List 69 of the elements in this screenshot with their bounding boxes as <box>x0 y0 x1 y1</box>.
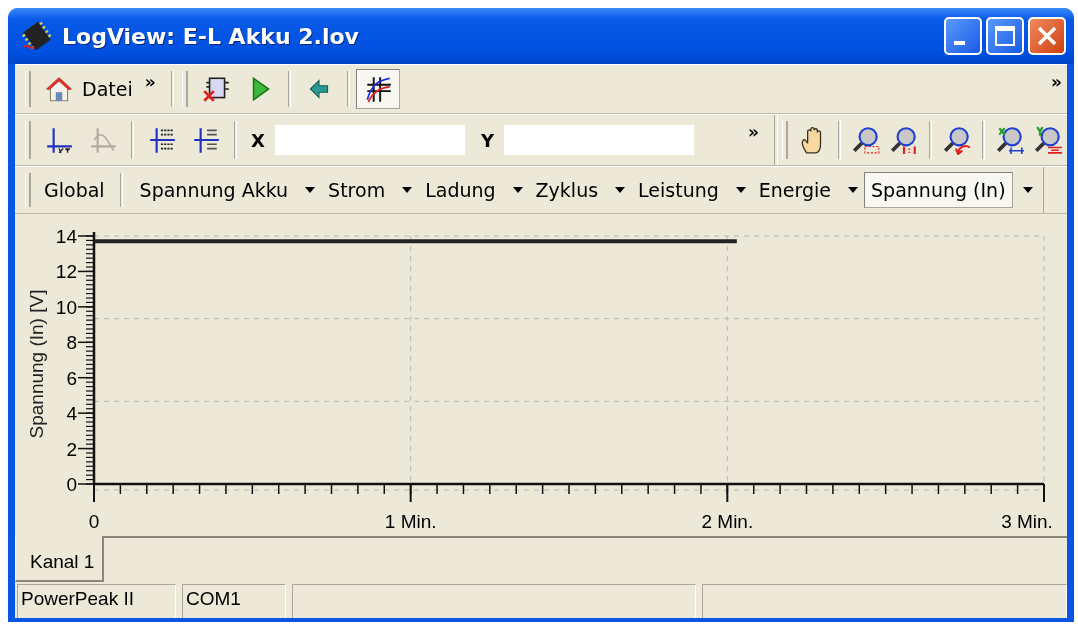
tick-label: 10 <box>55 296 77 318</box>
toolbar-grip[interactable] <box>25 173 31 207</box>
tick-label: 1 Min. <box>384 511 437 532</box>
minimize-button[interactable] <box>944 17 982 55</box>
toolbar-grip[interactable] <box>782 121 788 159</box>
caret-icon <box>1022 187 1033 193</box>
tick-label: 0 <box>88 511 100 532</box>
channel-button[interactable]: Ladung <box>418 172 503 208</box>
tick-label: 4 <box>66 403 77 425</box>
minimize-icon <box>953 41 965 45</box>
channel-button[interactable]: Energie <box>751 172 839 208</box>
toolbar-button[interactable] <box>355 69 400 109</box>
delta-icon <box>191 125 221 155</box>
toolbar-grip[interactable] <box>25 121 31 159</box>
dropdown-button[interactable] <box>512 187 523 193</box>
zoom-icon <box>889 125 919 155</box>
tick-label: 8 <box>66 332 77 354</box>
channel-button[interactable]: Spannung Akku <box>132 172 296 208</box>
dropdown-button[interactable] <box>735 187 746 193</box>
chevron-button[interactable]: » <box>139 71 161 93</box>
zoom-icon <box>995 125 1025 155</box>
axis-title: Spannung (In) [V] <box>26 289 47 439</box>
y-field[interactable] <box>503 125 694 155</box>
zoom-icon <box>1033 125 1063 155</box>
channel-button[interactable]: Spannung (In) <box>864 172 1013 208</box>
tick-label: 6 <box>66 367 77 389</box>
caret-icon <box>615 187 626 193</box>
tick-label: 14 <box>55 226 77 247</box>
maximize-icon <box>994 25 1016 47</box>
close-icon <box>1036 25 1058 47</box>
channel-button[interactable]: Global <box>37 172 112 208</box>
window-title: LogView: E-L Akku 2.lov <box>62 23 360 49</box>
toolbar-grip[interactable] <box>25 71 31 107</box>
x-field[interactable] <box>274 125 465 155</box>
channel-button[interactable]: Zyklus <box>528 172 606 208</box>
tick-label: 0 <box>66 474 77 495</box>
toolbar-grip[interactable] <box>181 71 188 107</box>
caret-icon <box>402 187 413 193</box>
close-button[interactable] <box>1028 17 1066 55</box>
y-label: Y <box>480 129 494 151</box>
tick-label: 2 <box>66 438 77 460</box>
caret-icon <box>735 187 746 193</box>
tick-label: 3 Min. <box>1001 511 1053 532</box>
value-list-icon <box>147 125 177 155</box>
file-menu-button[interactable]: Datei <box>37 69 140 109</box>
chevron-button[interactable]: » <box>743 121 764 143</box>
zoom-icon <box>942 125 972 155</box>
channel-button[interactable]: Strom <box>321 172 393 208</box>
caret-icon <box>512 187 523 193</box>
tick-label: 12 <box>55 261 77 283</box>
tab[interactable]: Kanal 1 <box>15 536 105 582</box>
status-panel: COM1 <box>182 584 286 618</box>
zoom-icon <box>851 125 881 155</box>
axis-icon <box>44 125 74 155</box>
status-panel: PowerPeak II <box>17 584 176 618</box>
marker-icon <box>88 125 118 155</box>
caret-icon <box>848 187 859 193</box>
caret-icon <box>305 187 316 193</box>
dropdown-button[interactable] <box>402 187 413 193</box>
app-icon <box>20 19 54 53</box>
dropdown-button[interactable] <box>1022 187 1033 193</box>
tick-label: 2 Min. <box>701 511 754 532</box>
channel-button[interactable]: Leistung <box>631 172 726 208</box>
dropdown-button[interactable] <box>615 187 626 193</box>
maximize-button[interactable] <box>986 17 1024 55</box>
dropdown-button[interactable] <box>305 187 316 193</box>
dropdown-button[interactable] <box>848 187 859 193</box>
chevron-button[interactable]: » <box>1046 71 1067 93</box>
x-label: X <box>251 129 265 151</box>
